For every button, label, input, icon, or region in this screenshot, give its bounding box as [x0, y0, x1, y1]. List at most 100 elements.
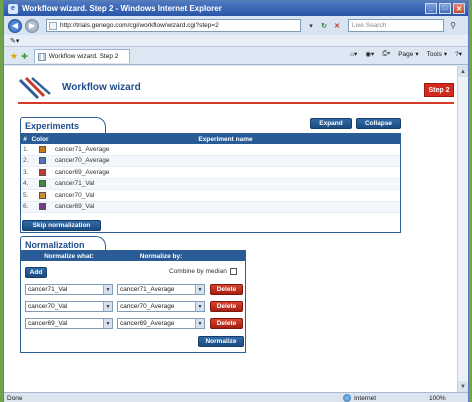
favorites-star-icon[interactable]: ★ — [10, 51, 18, 62]
table-row[interactable]: 6. cancer69_Val — [21, 201, 400, 213]
table-header: # Color Experiment name — [21, 134, 400, 144]
normalization-title: Normalization — [25, 239, 85, 250]
select-value: cancer71_Average — [120, 286, 175, 293]
normalization-header: Normalize what: Normalize by: — [21, 251, 245, 261]
dropdown-icon[interactable]: ▾ — [306, 21, 316, 31]
select-value: cancer69_Average — [120, 320, 175, 327]
row-color-cell — [33, 191, 51, 199]
combine-median-option: Combine by median — [169, 268, 237, 275]
chevron-down-icon: ▼ — [103, 319, 112, 328]
color-swatch[interactable] — [38, 145, 46, 153]
row-number: 3. — [23, 168, 29, 176]
page-icon — [49, 21, 57, 30]
row-color-cell — [33, 145, 51, 153]
collapse-button[interactable]: Collapse — [356, 118, 401, 129]
experiment-name: cancer71_Val — [55, 180, 95, 188]
chevron-down-icon: ▼ — [195, 285, 204, 294]
links-icon[interactable]: ✎▾ — [10, 37, 19, 45]
vertical-scrollbar[interactable]: ▲ ▼ — [457, 66, 468, 392]
page-content: Workflow wizard Step 2 Experiments Expan… — [4, 66, 459, 392]
experiments-title: Experiments — [25, 120, 80, 131]
color-swatch[interactable] — [38, 203, 46, 211]
close-button[interactable]: ✕ — [453, 3, 465, 14]
select-value: cancer70_Average — [120, 303, 175, 310]
tools-menu[interactable]: Tools ▾ — [426, 50, 447, 59]
maximize-button[interactable]: □ — [439, 3, 451, 14]
add-button[interactable]: Add — [25, 267, 47, 278]
zoom-level[interactable]: 100% — [429, 395, 446, 402]
color-swatch[interactable] — [38, 168, 46, 176]
page-menu[interactable]: Page ▾ — [398, 50, 418, 59]
experiment-name: cancer69_Val — [55, 203, 95, 211]
row-color-cell — [33, 168, 51, 176]
help-icon[interactable]: ?▾ — [455, 50, 462, 58]
command-bar: ⌂▾ ◉▾ ⎙▾ Page ▾ Tools ▾ ?▾ — [350, 50, 462, 58]
normalize-what-select[interactable]: cancer71_Val ▼ — [25, 284, 113, 295]
table-row[interactable]: 1. cancer71_Average — [21, 144, 400, 156]
title-bar: e Workflow wizard. Step 2 - Windows Inte… — [4, 1, 468, 16]
color-swatch[interactable] — [38, 191, 46, 199]
tab-workflow-wizard[interactable]: Workflow wizard. Step 2 — [33, 49, 130, 63]
tab-label: Workflow wizard. Step 2 — [48, 53, 119, 60]
browser-window: e Workflow wizard. Step 2 - Windows Inte… — [3, 0, 469, 402]
refresh-icon[interactable]: ↻ — [319, 21, 329, 31]
print-icon[interactable]: ⎙▾ — [382, 50, 390, 58]
minimize-button[interactable]: _ — [425, 3, 437, 14]
chevron-down-icon: ▼ — [195, 319, 204, 328]
experiments-table: # Color Experiment name 1. cancer71_Avera… — [20, 133, 401, 233]
status-text: Done — [7, 394, 23, 402]
color-swatch[interactable] — [38, 157, 46, 165]
scroll-up-icon[interactable]: ▲ — [458, 66, 468, 77]
table-row[interactable]: 5. cancer70_Val — [21, 190, 400, 202]
row-number: 2. — [23, 157, 29, 165]
window-controls: _ □ ✕ — [425, 3, 465, 14]
normalize-by-select[interactable]: cancer70_Average ▼ — [117, 301, 205, 312]
column-header-num: # — [23, 135, 27, 143]
table-row[interactable]: 3. cancer69_Average — [21, 167, 400, 179]
normalize-what-select[interactable]: cancer69_Val ▼ — [25, 318, 113, 329]
skip-normalization-button[interactable]: Skip normalization — [22, 220, 101, 231]
row-color-cell — [33, 180, 51, 188]
delete-button[interactable]: Delete — [210, 301, 243, 312]
stop-icon[interactable]: ✕ — [332, 21, 342, 31]
combine-checkbox[interactable] — [229, 268, 237, 275]
normalize-button[interactable]: Normalize — [198, 336, 244, 347]
delete-button[interactable]: Delete — [210, 284, 243, 295]
address-bar-row: ◀ ▶ http://trials.genego.com/cgi/workflo… — [4, 16, 468, 35]
wizard-logo-icon — [18, 76, 51, 100]
row-color-cell — [33, 157, 51, 165]
zone-label: Internet — [354, 394, 377, 402]
add-favorite-icon[interactable]: ✚ — [21, 52, 28, 61]
normalize-what-select[interactable]: cancer70_Val ▼ — [25, 301, 113, 312]
window-title: Workflow wizard. Step 2 - Windows Intern… — [22, 4, 222, 13]
experiment-name: cancer70_Val — [55, 191, 95, 199]
table-row[interactable]: 2. cancer70_Average — [21, 155, 400, 167]
select-value: cancer69_Val — [28, 320, 68, 327]
forward-button[interactable]: ▶ — [25, 18, 39, 33]
search-input[interactable]: Live Search — [348, 19, 444, 32]
tools-menu-label: Tools — [426, 50, 442, 58]
column-header-color: Color — [31, 135, 49, 143]
globe-icon — [343, 394, 351, 402]
status-bar: Done Internet 100% — [4, 392, 468, 402]
home-icon[interactable]: ⌂▾ — [350, 50, 357, 58]
expand-button[interactable]: Expand — [310, 118, 352, 129]
ie-icon: e — [8, 3, 18, 14]
page-title: Workflow wizard — [62, 82, 141, 93]
delete-button[interactable]: Delete — [210, 318, 243, 329]
row-number: 1. — [23, 145, 29, 153]
scroll-down-icon[interactable]: ▼ — [458, 381, 468, 392]
address-text: http://trials.genego.com/cgi/workflow/wi… — [60, 22, 219, 29]
table-row[interactable]: 4. cancer71_Val — [21, 178, 400, 190]
wizard-header: Workflow wizard Step 2 — [18, 76, 454, 100]
experiments-rows: 1. cancer71_Average 2. cancer70_Average 3. ca… — [21, 144, 400, 213]
normalize-by-select[interactable]: cancer69_Average ▼ — [117, 318, 205, 329]
search-icon[interactable]: ⚲ — [447, 19, 459, 32]
column-header-by: Normalize by: — [139, 252, 183, 260]
color-swatch[interactable] — [38, 180, 46, 188]
back-button[interactable]: ◀ — [8, 18, 22, 33]
feeds-icon[interactable]: ◉▾ — [365, 50, 374, 58]
normalize-by-select[interactable]: cancer71_Average ▼ — [117, 284, 205, 295]
address-field[interactable]: http://trials.genego.com/cgi/workflow/wi… — [46, 19, 301, 32]
security-zone: Internet — [343, 394, 376, 402]
